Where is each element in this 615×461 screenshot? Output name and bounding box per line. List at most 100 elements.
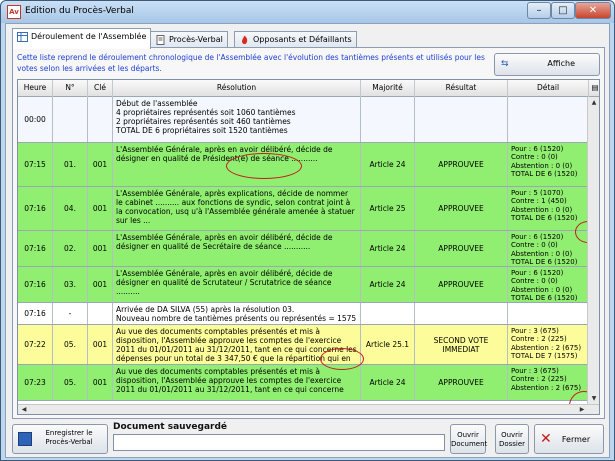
cell-detail (508, 303, 589, 324)
cell-result: APPROUVEE (415, 143, 508, 186)
table-row[interactable]: 07:22 05. 001 Au vue des documents comptabl… (18, 325, 599, 365)
table-row[interactable]: 07:15 01. 001 L'Assemblée Générale, après e… (18, 143, 599, 187)
cell-result: APPROUVEE (415, 365, 508, 400)
cell-majority: Article 24 (361, 365, 415, 400)
cell-key: 001 (88, 231, 113, 266)
document-icon (156, 35, 165, 45)
cell-key: 001 (88, 325, 113, 364)
table-row[interactable]: 07:16 02. 001 L'Assemblée Générale, après e… (18, 231, 599, 267)
cell-majority (361, 303, 415, 324)
tab-panel: Cette liste reprend le déroulement chron… (12, 47, 605, 419)
scroll-right-icon[interactable]: ▶ (577, 405, 587, 414)
tab-deroulement[interactable]: Déroulement de l'Assemblée (12, 28, 152, 49)
cell-time: 07:15 (18, 143, 53, 186)
cell-key (88, 303, 113, 324)
app-logo-icon: Av (7, 5, 21, 19)
cell-key: 001 (88, 143, 113, 186)
cell-num: 03. (53, 267, 88, 302)
table-header: Heure N° Clé Résolution Majorité Résulta… (18, 80, 599, 97)
scroll-up-icon[interactable]: ▲ (589, 98, 599, 107)
table-row[interactable]: 07:16 03. 001 L'Assemblée Générale, après e… (18, 267, 599, 303)
cell-time: 00:00 (18, 97, 53, 142)
close-x-icon: ✕ (540, 431, 552, 447)
minimize-button[interactable]: – (527, 2, 551, 19)
cell-resolution: L'Assemblée Générale, après explications… (113, 187, 361, 230)
cell-result: SECOND VOTE IMMEDIAT (415, 325, 508, 364)
tab-opposants-label: Opposants et Défaillants (253, 35, 352, 44)
fermer-label: Fermer (561, 435, 591, 444)
vertical-scrollbar[interactable]: ▲ ▼ (587, 97, 599, 404)
close-window-button[interactable]: ✕ (575, 2, 611, 19)
window-title: Edition du Procès-Verbal (25, 6, 134, 16)
cell-resolution: Au vue des documents comptables présenté… (113, 325, 361, 364)
cell-detail (508, 97, 589, 142)
save-proces-verbal-button[interactable]: Enregistrer le Procès-Verbal (12, 424, 108, 454)
fermer-button[interactable]: ✕ Fermer (534, 424, 604, 454)
table-icon (17, 32, 28, 42)
header-time[interactable]: Heure (18, 80, 53, 97)
cell-resolution: Début de l'assemblée 4 propriétaires rep… (113, 97, 361, 142)
cell-resolution: L'Assemblée Générale, après en avoir dél… (113, 267, 361, 302)
cell-resolution: L'Assemblée Générale, après en avoir dél… (113, 231, 361, 266)
header-detail[interactable]: Détail (508, 80, 589, 97)
bottom-bar: Enregistrer le Procès-Verbal Document sa… (6, 421, 609, 458)
header-resolution[interactable]: Résolution (113, 80, 361, 97)
open-document-button[interactable]: Ouvrir Document (450, 424, 487, 454)
cell-detail: Pour : 6 (1520) Contre : 0 (0) Abstentio… (508, 267, 589, 302)
cell-key: 001 (88, 187, 113, 230)
header-majority[interactable]: Majorité (361, 80, 415, 97)
column-chooser-icon[interactable]: ▤ (589, 80, 599, 97)
cell-time: 07:22 (18, 325, 53, 364)
cell-num: 04. (53, 187, 88, 230)
header-result[interactable]: Résultat (415, 80, 508, 97)
cell-key (88, 97, 113, 142)
cell-num: - (53, 303, 88, 324)
scroll-left-icon[interactable]: ◀ (19, 405, 29, 414)
cell-result: APPROUVEE (415, 231, 508, 266)
cell-detail: Pour : 6 (1520) Contre : 0 (0) Abstentio… (508, 143, 589, 186)
tab-deroulement-label: Déroulement de l'Assemblée (31, 32, 147, 41)
cell-majority: Article 25 (361, 187, 415, 230)
cell-num: 02. (53, 231, 88, 266)
cell-majority: Article 24 (361, 231, 415, 266)
cell-detail: Pour : 3 (675) Contre : 2 (225) Abstenti… (508, 365, 589, 400)
cell-result (415, 97, 508, 142)
floppy-disk-icon (18, 432, 32, 446)
cell-detail: Pour : 6 (1520) Contre : 0 (0) Abstentio… (508, 231, 589, 266)
cell-majority: Article 25.1 (361, 325, 415, 364)
table-row[interactable]: 07:16- Arrivée de DA SILVA (55) après la … (18, 303, 599, 325)
cell-time: 07:23 (18, 365, 53, 400)
cell-time: 07:16 (18, 231, 53, 266)
open-folder-button[interactable]: Ouvrir Dossier (495, 424, 529, 454)
table-row[interactable]: 07:23 05. 001 Au vue des documents comptabl… (18, 365, 599, 401)
table-row[interactable]: 07:16 04. 001 L'Assemblée Générale, après e… (18, 187, 599, 231)
title-bar: Av Edition du Procès-Verbal – □ ✕ (1, 1, 614, 23)
cell-num: 05. (53, 365, 88, 400)
intro-text: Cette liste reprend le déroulement chron… (17, 53, 485, 73)
cell-resolution: Au vue des documents comptables présenté… (113, 365, 361, 400)
cell-result (415, 303, 508, 324)
cell-num: 05. (53, 325, 88, 364)
cell-result: APPROUVEE (415, 267, 508, 302)
tab-proces-verbal[interactable]: Procès-Verbal (150, 31, 228, 48)
save-button-label: Enregistrer le Procès-Verbal (45, 429, 93, 446)
table-row[interactable]: 00:00 Début de l'assemblée 4 propriétaire… (18, 97, 599, 143)
header-num[interactable]: N° (53, 80, 88, 97)
cell-time: 07:16 (18, 267, 53, 302)
header-key[interactable]: Clé (88, 80, 113, 97)
affiche-button[interactable]: ⇆ Affiche (494, 53, 600, 76)
document-path-field[interactable] (113, 434, 445, 451)
cell-detail: Pour : 3 (675) Contre : 2 (225) Abstenti… (508, 325, 589, 364)
tab-opposants[interactable]: Opposants et Défaillants (234, 31, 357, 48)
cell-majority (361, 97, 415, 142)
cell-result: APPROUVEE (415, 187, 508, 230)
cell-majority: Article 24 (361, 267, 415, 302)
maximize-button[interactable]: □ (551, 2, 575, 19)
cell-key: 001 (88, 267, 113, 302)
horizontal-scrollbar[interactable]: ◀ ▶ (18, 404, 599, 414)
scroll-down-icon[interactable]: ▼ (589, 394, 599, 403)
tab-proces-verbal-label: Procès-Verbal (169, 35, 223, 44)
cell-num: 01. (53, 143, 88, 186)
app-window: Av Edition du Procès-Verbal – □ ✕ Déroul… (0, 0, 615, 461)
flame-icon (241, 35, 248, 45)
